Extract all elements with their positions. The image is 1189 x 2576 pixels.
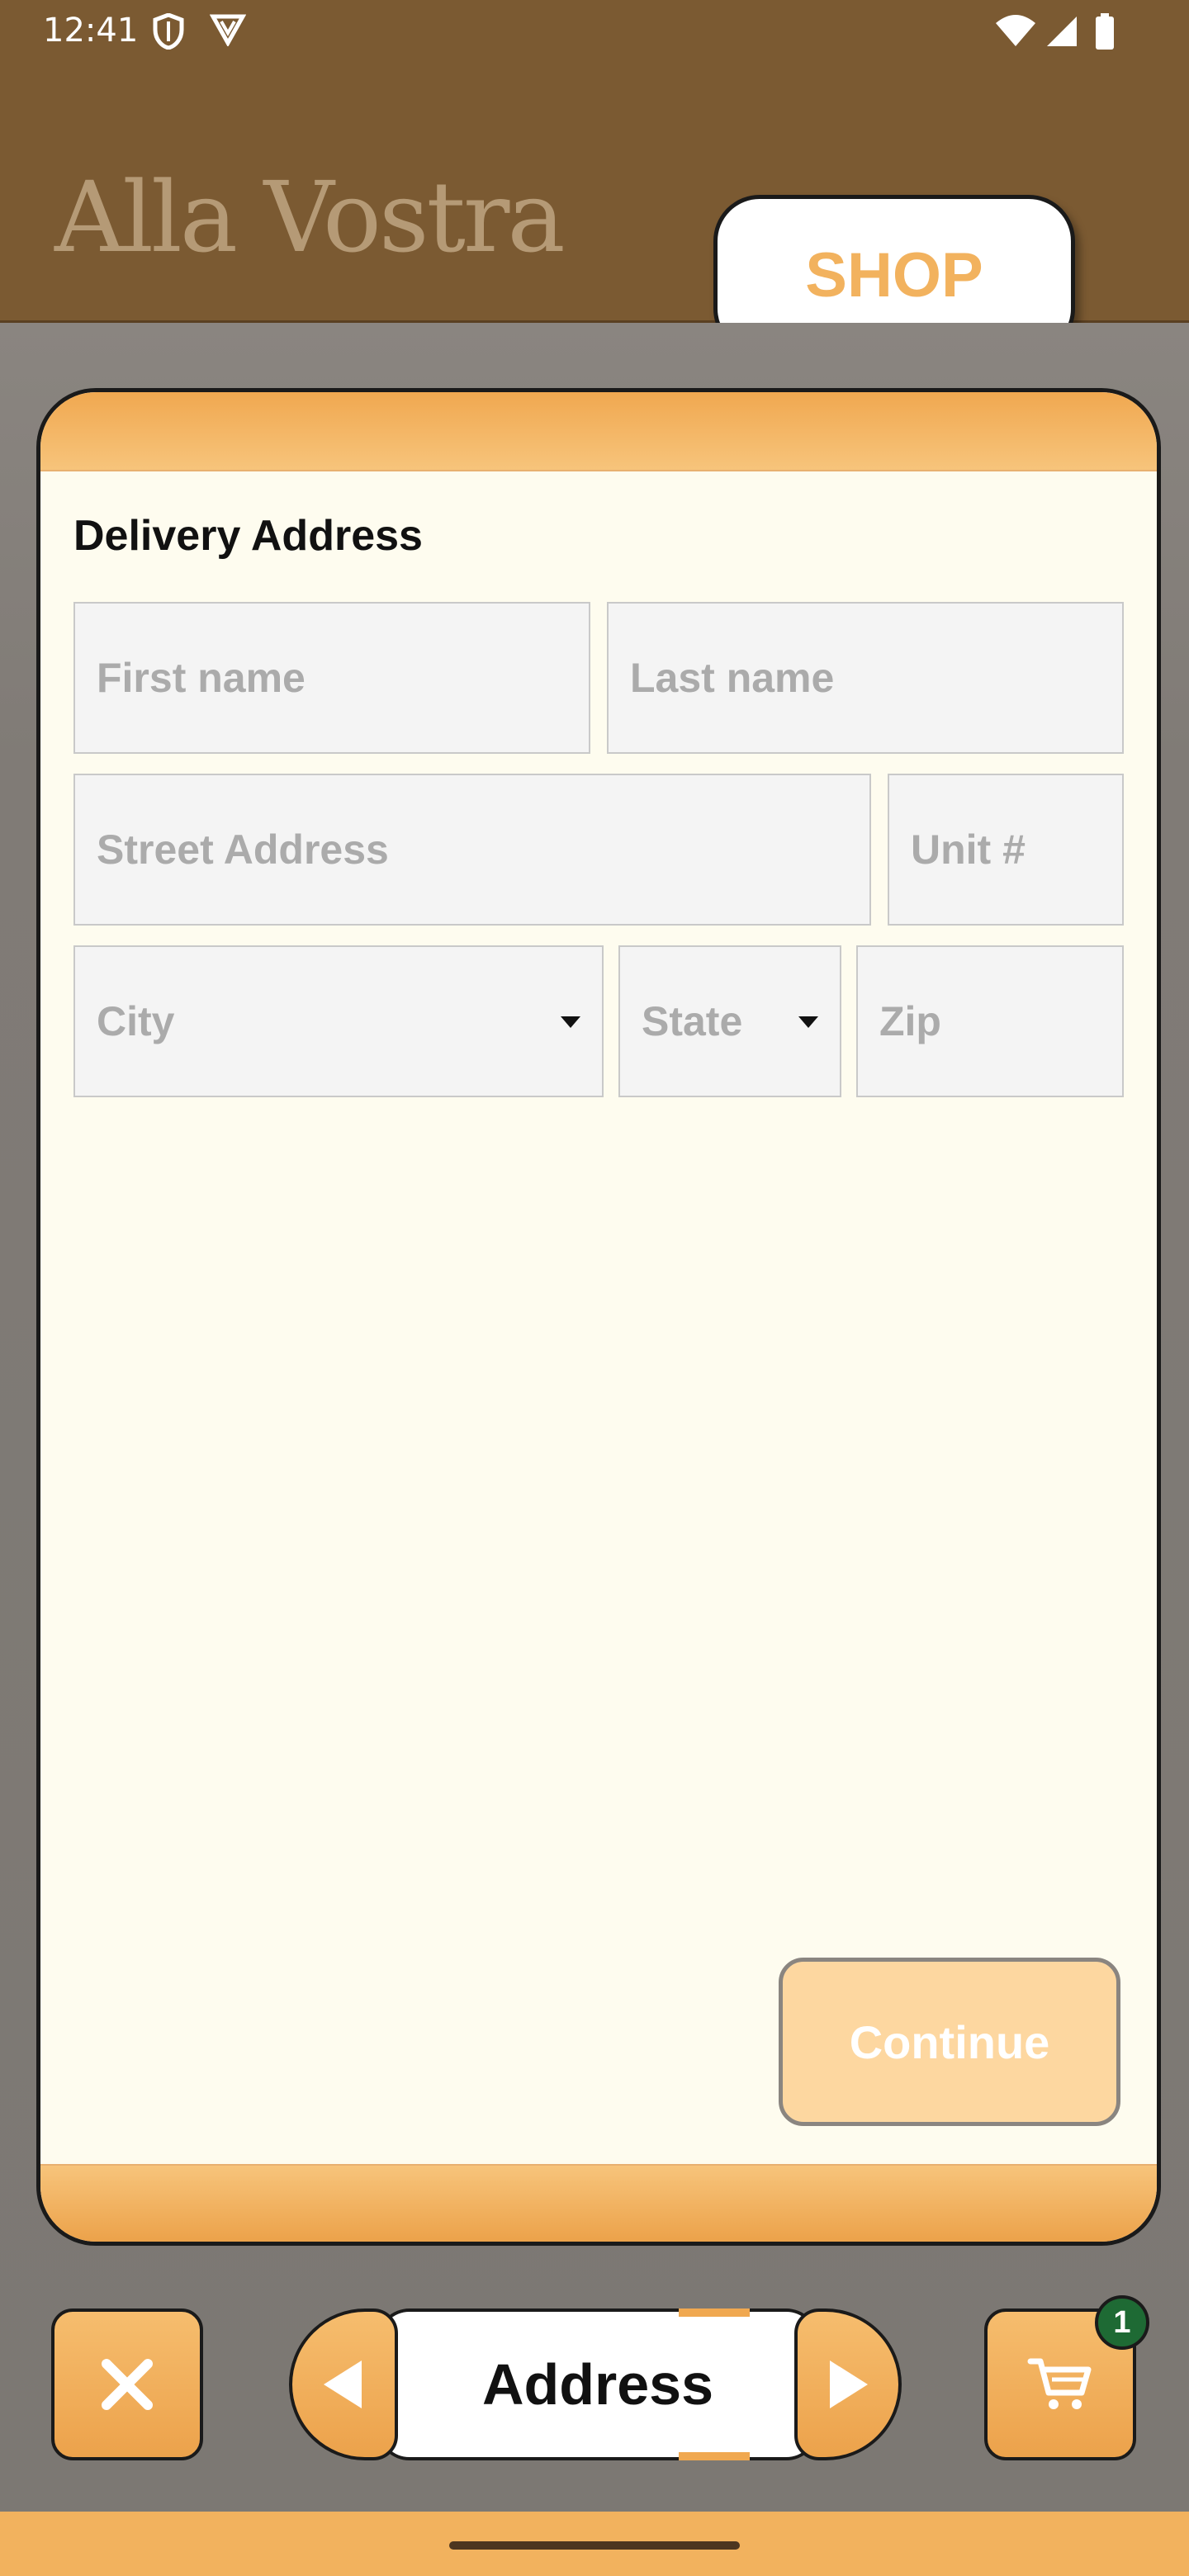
card-top-band [40, 392, 1157, 471]
vpn-icon [209, 13, 247, 50]
last-name-field[interactable]: Last name [607, 602, 1124, 754]
close-icon [54, 2312, 200, 2457]
street-address-field[interactable]: Street Address [73, 774, 871, 926]
triangle-right-icon [798, 2312, 898, 2457]
app-header: Alla Vostra SHOP [0, 63, 1189, 355]
previous-step-button[interactable] [289, 2308, 398, 2460]
cart-count-badge: 1 [1095, 2295, 1149, 2350]
triangle-left-icon [292, 2312, 395, 2457]
status-bar: 12:41 [0, 0, 1189, 63]
close-button[interactable] [51, 2308, 203, 2460]
signal-icon [1045, 15, 1078, 52]
status-time: 12:41 [43, 12, 139, 50]
unit-field[interactable]: Unit # [888, 774, 1124, 926]
next-step-button[interactable] [794, 2308, 902, 2460]
first-name-field[interactable]: First name [73, 602, 590, 754]
card-bottom-band [40, 2164, 1157, 2242]
city-select[interactable]: City [73, 945, 604, 1097]
section-title: Delivery Address [73, 512, 423, 560]
address-card: Delivery Address First name Last name St… [36, 388, 1161, 2246]
home-handle[interactable] [449, 2541, 740, 2550]
step-label: Address [481, 2352, 714, 2417]
continue-button[interactable]: Continue [779, 1958, 1120, 2126]
brand-logo: Alla Vostra [54, 160, 566, 274]
chevron-down-icon [561, 1016, 580, 1028]
state-select-label: State [642, 998, 743, 1044]
state-select[interactable]: State [618, 945, 841, 1097]
wifi-icon [994, 15, 1037, 52]
shield-icon [152, 12, 185, 54]
city-select-label: City [97, 998, 175, 1044]
battery-icon [1095, 13, 1115, 54]
chevron-down-icon [798, 1016, 818, 1028]
zip-field[interactable]: Zip [856, 945, 1124, 1097]
